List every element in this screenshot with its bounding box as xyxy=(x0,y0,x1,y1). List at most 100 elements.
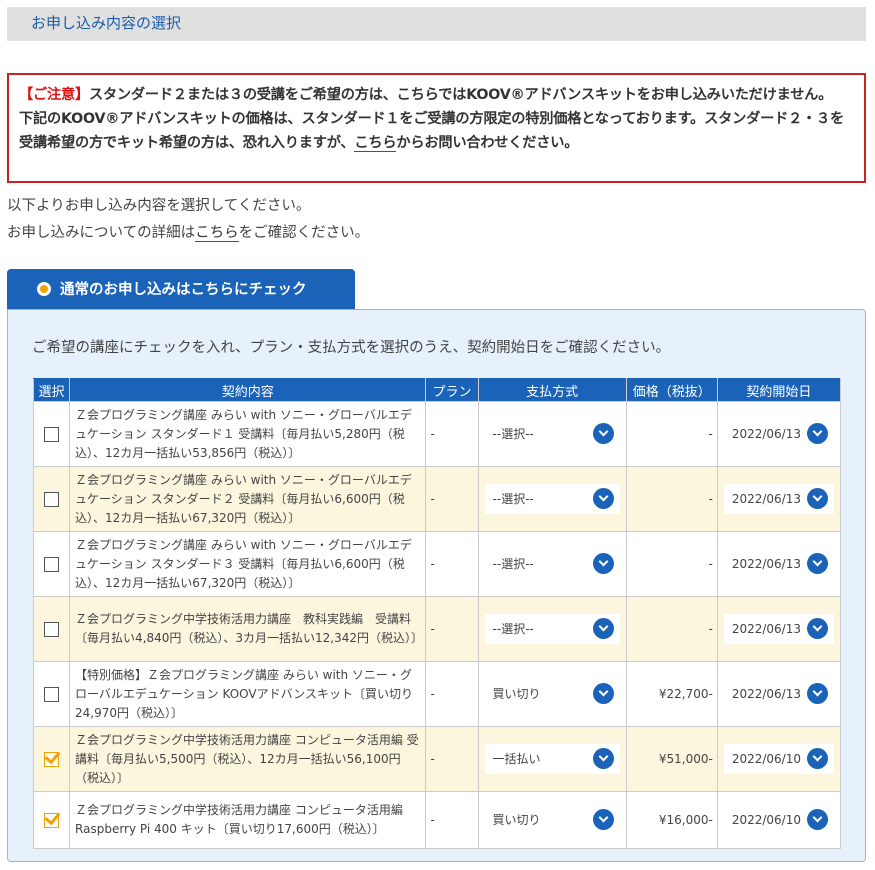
contract-content: Ｚ会プログラミング中学技術活用力講座 教科実践編 受講料〔毎月払い4,840円（… xyxy=(69,596,427,662)
price-cell: - xyxy=(625,466,718,532)
radio-selected-icon xyxy=(37,282,51,296)
checkbox-icon[interactable] xyxy=(44,812,60,828)
table-row: Ｚ会プログラミング中学技術活用力講座 コンピュータ活用編 受講料〔毎月払い5,5… xyxy=(32,726,842,792)
payment-cell: 買い切り xyxy=(477,661,627,727)
date-cell: 2022/06/13 xyxy=(716,531,842,597)
notice-line1: スタンダード２または３の受講をご希望の方は、こちらではKOOV®アドバンスキット… xyxy=(88,87,833,103)
select-cell xyxy=(32,531,71,597)
price-cell: ¥51,000- xyxy=(625,726,718,792)
payment-value: --選択-- xyxy=(492,492,534,506)
select-cell xyxy=(32,661,71,727)
select-cell xyxy=(32,401,71,467)
date-cell: 2022/06/13 xyxy=(716,401,842,467)
chevron-down-icon[interactable] xyxy=(807,553,828,574)
payment-select[interactable]: 一括払い xyxy=(484,744,620,774)
chevron-down-icon[interactable] xyxy=(592,553,614,574)
date-cell: 2022/06/13 xyxy=(716,661,842,727)
chevron-down-icon[interactable] xyxy=(807,683,828,704)
payment-value: --選択-- xyxy=(492,557,534,571)
start-date-select[interactable]: 2022/06/10 xyxy=(723,805,834,835)
chevron-down-icon[interactable] xyxy=(592,683,614,704)
start-date-value: 2022/06/13 xyxy=(731,557,801,571)
payment-select[interactable]: 買い切り xyxy=(485,679,620,709)
intro-line2-text: お申し込みについての詳細は xyxy=(7,225,196,241)
table-row: Ｚ会プログラミング講座 みらい with ソニー・グローバルエデュケーション ス… xyxy=(32,401,842,467)
header-start-date: 契約開始日 xyxy=(716,378,842,402)
payment-select[interactable]: --選択-- xyxy=(484,614,620,644)
price-cell: ¥16,000- xyxy=(625,791,718,849)
chevron-down-icon[interactable] xyxy=(592,809,614,830)
application-panel: ご希望の講座にチェックを入れ、プラン・支払方式を選択のうえ、契約開始日をご確認く… xyxy=(7,309,866,862)
contract-content: Ｚ会プログラミング中学技術活用力講座 コンピュータ活用編 Raspberry P… xyxy=(69,791,427,849)
payment-cell: --選択-- xyxy=(477,531,627,597)
payment-select[interactable]: --選択-- xyxy=(484,484,620,514)
header-select: 選択 xyxy=(32,378,71,402)
payment-cell: --選択-- xyxy=(477,401,627,467)
plan-cell: - xyxy=(425,531,479,597)
intro-line2: お申し込みについての詳細はこちらをご確認ください。 xyxy=(7,220,867,247)
panel-description: ご希望の講座にチェックを入れ、プラン・支払方式を選択のうえ、契約開始日をご確認く… xyxy=(32,340,671,356)
table-row: 【特別価格】Ｚ会プログラミング講座 みらい with ソニー・グローバルエデュケ… xyxy=(32,661,842,727)
price-cell: - xyxy=(625,401,718,467)
price-cell: ¥22,700- xyxy=(625,661,718,727)
checkbox-icon[interactable] xyxy=(44,686,60,702)
plan-cell: - xyxy=(425,596,479,662)
chevron-down-icon[interactable] xyxy=(592,423,614,444)
start-date-select[interactable]: 2022/06/13 xyxy=(724,419,834,449)
table-row: Ｚ会プログラミング中学技術活用力講座 教科実践編 受講料〔毎月払い4,840円（… xyxy=(32,596,842,662)
intro-detail-link[interactable]: こちら xyxy=(195,225,239,242)
start-date-select[interactable]: 2022/06/13 xyxy=(724,549,834,579)
payment-select[interactable]: --選択-- xyxy=(485,549,620,579)
payment-cell: 一括払い xyxy=(477,726,627,792)
plan-cell: - xyxy=(425,661,479,727)
chevron-down-icon[interactable] xyxy=(592,618,614,639)
chevron-down-icon[interactable] xyxy=(807,748,828,769)
payment-value: --選択-- xyxy=(492,427,534,441)
table-row: Ｚ会プログラミング講座 みらい with ソニー・グローバルエデュケーション ス… xyxy=(32,531,842,597)
intro-text: 以下よりお申し込み内容を選択してください。 お申し込みについての詳細はこちらをご… xyxy=(7,193,867,247)
chevron-down-icon[interactable] xyxy=(807,423,828,444)
intro-line1: 以下よりお申し込み内容を選択してください。 xyxy=(7,198,311,214)
start-date-select[interactable]: 2022/06/13 xyxy=(723,484,834,514)
notice-contact-link[interactable]: こちら xyxy=(354,135,397,152)
start-date-select[interactable]: 2022/06/10 xyxy=(723,744,834,774)
header-payment: 支払方式 xyxy=(477,378,627,402)
payment-cell: 買い切り xyxy=(477,791,627,849)
price-cell: - xyxy=(625,596,718,662)
date-cell: 2022/06/13 xyxy=(716,596,842,662)
checkbox-icon[interactable] xyxy=(44,491,60,507)
select-cell xyxy=(32,596,71,662)
select-cell xyxy=(32,791,71,849)
plan-cell: - xyxy=(425,466,479,532)
chevron-down-icon[interactable] xyxy=(807,809,828,830)
chevron-down-icon[interactable] xyxy=(807,618,828,639)
start-date-select[interactable]: 2022/06/13 xyxy=(723,614,834,644)
intro-line2-end: をご確認ください。 xyxy=(238,225,370,241)
payment-cell: --選択-- xyxy=(477,596,627,662)
plan-cell: - xyxy=(425,726,479,792)
tab-normal-application[interactable]: 通常のお申し込みはこちらにチェック xyxy=(7,269,355,309)
header-price: 価格（税抜） xyxy=(625,378,718,402)
checkbox-icon[interactable] xyxy=(44,621,60,637)
payment-select[interactable]: 買い切り xyxy=(484,805,620,835)
page-title: お申し込み内容の選択 xyxy=(7,7,866,41)
payment-select[interactable]: --選択-- xyxy=(485,419,620,449)
notice-line2-end: からお問い合わせください。 xyxy=(396,135,579,151)
start-date-value: 2022/06/10 xyxy=(731,813,801,827)
course-table: 選択 契約内容 プラン 支払方式 価格（税抜） 契約開始日 Ｚ会プログラミング講… xyxy=(32,378,842,849)
price-cell: - xyxy=(625,531,718,597)
plan-cell: - xyxy=(425,791,479,849)
checkbox-icon[interactable] xyxy=(44,751,60,767)
chevron-down-icon[interactable] xyxy=(807,488,828,509)
start-date-select[interactable]: 2022/06/13 xyxy=(724,679,834,709)
notice-box: 【ご注意】スタンダード２または３の受講をご希望の方は、こちらではKOOV®アドバ… xyxy=(7,73,866,183)
contract-content: Ｚ会プログラミング講座 みらい with ソニー・グローバルエデュケーション ス… xyxy=(69,466,427,532)
checkbox-icon[interactable] xyxy=(44,556,60,572)
checkbox-icon[interactable] xyxy=(44,426,60,442)
header-content: 契約内容 xyxy=(69,378,427,402)
table-row: Ｚ会プログラミング講座 みらい with ソニー・グローバルエデュケーション ス… xyxy=(32,466,842,532)
chevron-down-icon[interactable] xyxy=(592,748,614,769)
select-cell xyxy=(32,466,71,532)
select-cell xyxy=(32,726,71,792)
chevron-down-icon[interactable] xyxy=(592,488,614,509)
